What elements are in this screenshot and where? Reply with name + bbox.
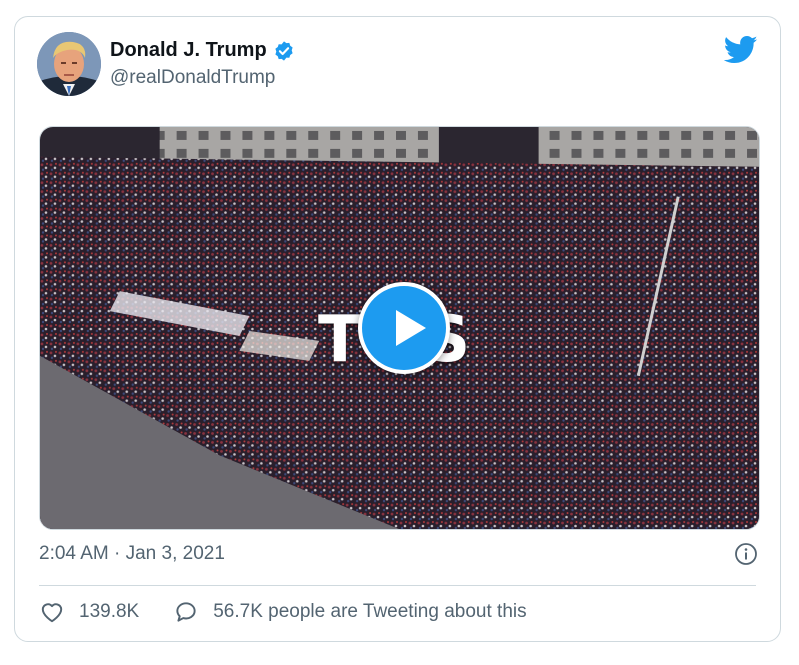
tweet-video[interactable]: TOS [39, 126, 760, 530]
tweet-actions: 139.8K 56.7K people are Tweeting about t… [39, 599, 527, 625]
speech-bubble-icon [176, 602, 196, 622]
tweet-timestamp[interactable]: 2:04 AM · Jan 3, 2021 [39, 543, 225, 565]
info-icon[interactable] [734, 542, 758, 566]
heart-icon [41, 603, 63, 623]
avatar[interactable] [37, 32, 101, 96]
like-count: 139.8K [79, 601, 140, 622]
play-icon[interactable] [358, 282, 450, 374]
avatar-image [37, 32, 101, 96]
tweet-card: Donald J. Trump @realDonaldTrump 2:04 AM… [14, 16, 781, 642]
author-row: Donald J. Trump [110, 39, 295, 62]
reply-button[interactable]: 56.7K people are Tweeting about this [173, 599, 527, 625]
like-button[interactable]: 139.8K [39, 599, 139, 625]
author-name[interactable]: Donald J. Trump [110, 39, 267, 62]
tweeting-about-text: 56.7K people are Tweeting about this [213, 601, 527, 622]
author-handle[interactable]: @realDonaldTrump [110, 67, 275, 89]
twitter-bird-icon[interactable] [724, 35, 758, 65]
verified-badge-icon [275, 40, 293, 61]
divider [39, 585, 756, 586]
